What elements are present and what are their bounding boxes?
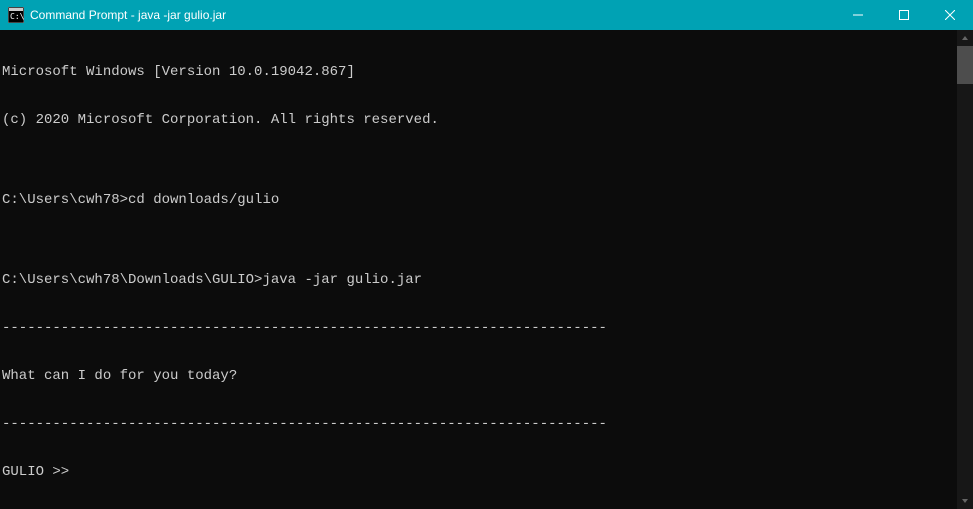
terminal-line: Microsoft Windows [Version 10.0.19042.86… <box>2 64 973 80</box>
scrollbar-up-arrow[interactable] <box>957 30 973 46</box>
cmd-icon: C:\ <box>8 7 24 23</box>
svg-text:C:\: C:\ <box>10 12 24 21</box>
scrollbar[interactable] <box>957 30 973 509</box>
terminal-line: (c) 2020 Microsoft Corporation. All righ… <box>2 112 973 128</box>
terminal-prompt: GULIO >> <box>2 464 69 480</box>
terminal-line: ----------------------------------------… <box>2 416 973 432</box>
terminal-line: C:\Users\cwh78\Downloads\GULIO>java -jar… <box>2 272 973 288</box>
terminal-line: ----------------------------------------… <box>2 320 973 336</box>
scrollbar-down-arrow[interactable] <box>957 493 973 509</box>
cursor <box>78 466 86 480</box>
window-controls <box>835 0 973 30</box>
close-button[interactable] <box>927 0 973 30</box>
scrollbar-thumb[interactable] <box>957 46 973 84</box>
terminal-line: What can I do for you today? <box>2 368 973 384</box>
terminal-line: C:\Users\cwh78>cd downloads/gulio <box>2 192 973 208</box>
titlebar: C:\ Command Prompt - java -jar gulio.jar <box>0 0 973 30</box>
terminal-prompt-line: GULIO >> <box>2 464 973 480</box>
minimize-button[interactable] <box>835 0 881 30</box>
maximize-button[interactable] <box>881 0 927 30</box>
terminal-output[interactable]: Microsoft Windows [Version 10.0.19042.86… <box>0 30 973 509</box>
window-title: Command Prompt - java -jar gulio.jar <box>30 8 835 22</box>
